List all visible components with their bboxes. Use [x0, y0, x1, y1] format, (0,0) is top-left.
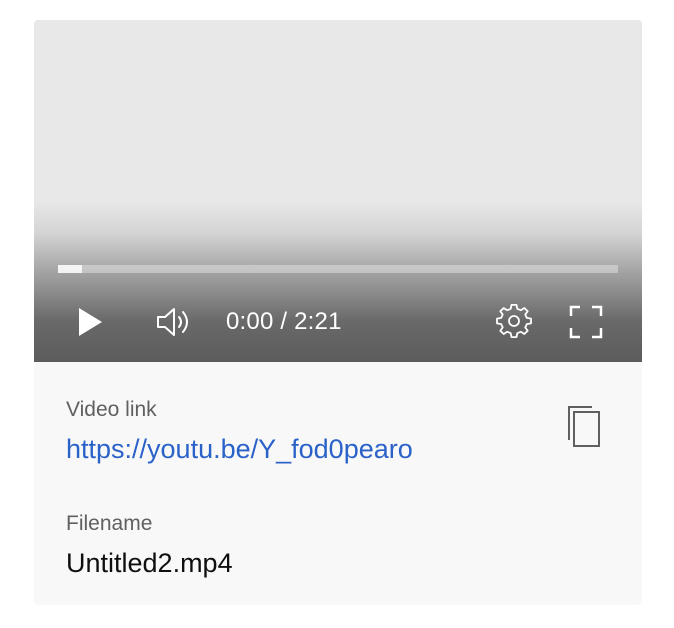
video-link[interactable]: https://youtu.be/Y_fod0pearo: [66, 434, 413, 465]
progress-loaded: [58, 265, 83, 273]
settings-button[interactable]: [492, 302, 536, 342]
volume-button[interactable]: [152, 302, 198, 342]
copy-icon: [568, 406, 600, 447]
volume-icon: [157, 308, 188, 336]
video-link-label: Video link: [66, 398, 157, 421]
fullscreen-button[interactable]: [564, 302, 608, 342]
fullscreen-icon: [569, 305, 603, 339]
video-info-panel: Video link https://youtu.be/Y_fod0pearo …: [34, 362, 642, 605]
copy-link-button[interactable]: [564, 404, 604, 450]
time-display: 0:00 / 2:21: [226, 308, 342, 335]
play-icon: [79, 308, 102, 336]
gear-icon: [496, 304, 532, 339]
video-card: 0:00 / 2:21 Video link https://youtu.be/…: [34, 20, 642, 605]
video-player[interactable]: 0:00 / 2:21: [34, 20, 642, 362]
play-button[interactable]: [72, 302, 108, 342]
filename-label: Filename: [66, 512, 153, 535]
filename-value: Untitled2.mp4: [66, 548, 233, 578]
progress-bar[interactable]: [58, 265, 618, 273]
